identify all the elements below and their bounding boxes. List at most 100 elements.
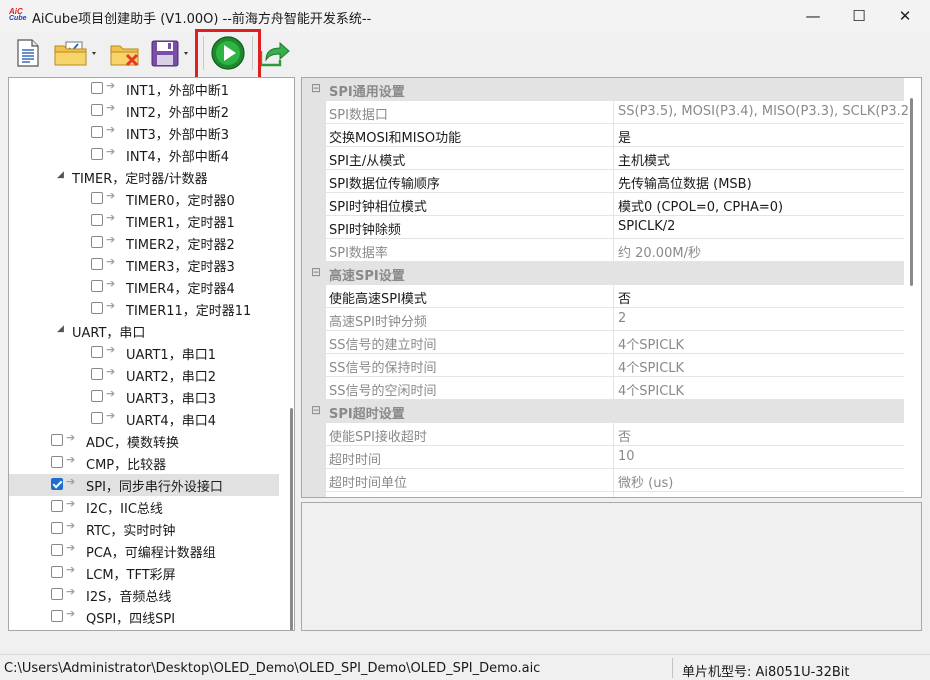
property-value[interactable]: 主机模式 bbox=[618, 150, 670, 169]
tree-item-checkbox[interactable] bbox=[51, 566, 63, 578]
export-button[interactable] bbox=[256, 35, 292, 71]
arrow-right-icon: ➔ bbox=[106, 387, 116, 400]
arrow-right-icon: ➔ bbox=[106, 299, 116, 312]
tree-item[interactable]: ➔ QSPI，四线SPI bbox=[9, 606, 279, 628]
tree-item-checkbox[interactable] bbox=[51, 434, 63, 446]
property-row[interactable]: SPI主/从模式 主机模式 bbox=[302, 147, 904, 170]
arrow-right-icon: ➔ bbox=[106, 365, 116, 378]
maximize-button[interactable]: ☐ bbox=[836, 0, 882, 32]
tree-item[interactable]: ➔ TIMER4，定时器4 bbox=[9, 276, 279, 298]
property-row[interactable]: 超时时间单位 微秒 (us) bbox=[302, 469, 904, 492]
tree-item[interactable]: ➔ TIMER1，定时器1 bbox=[9, 210, 279, 232]
tree-vertical-scrollbar[interactable] bbox=[290, 408, 293, 630]
tree-item-checkbox[interactable] bbox=[91, 192, 103, 204]
tree-item-checkbox[interactable] bbox=[91, 258, 103, 270]
property-row[interactable]: SPI数据口 SS(P3.5), MOSI(P3.4), MISO(P3.3), … bbox=[302, 101, 914, 124]
save-project-button[interactable] bbox=[147, 35, 195, 71]
arrow-right-icon: ➔ bbox=[106, 79, 116, 92]
tree-item[interactable]: ➔ I2C，IIC总线 bbox=[9, 496, 279, 518]
property-row[interactable]: SPI数据率 约 20.00M/秒 bbox=[302, 239, 904, 262]
property-category[interactable]: ⊟ SPI超时设置 bbox=[302, 400, 904, 423]
property-category[interactable]: ⊟ SPI通用设置 bbox=[302, 78, 904, 101]
tree-item[interactable]: ➔ TIMER2，定时器2 bbox=[9, 232, 279, 254]
property-grid-scrollbar[interactable] bbox=[910, 98, 913, 286]
tree-item-checkbox[interactable] bbox=[91, 236, 103, 248]
tree-item[interactable]: ➔ TIMER0，定时器0 bbox=[9, 188, 279, 210]
tree-item-checkbox[interactable] bbox=[51, 478, 63, 490]
tree-item-checkbox[interactable] bbox=[91, 126, 103, 138]
property-value[interactable]: SPICLK/2 bbox=[618, 219, 675, 234]
tree-item[interactable]: ➔ CMP，比较器 bbox=[9, 452, 279, 474]
tree-item[interactable]: ➔ RTC，实时时钟 bbox=[9, 518, 279, 540]
property-row[interactable]: SS信号的建立时间 4个SPICLK bbox=[302, 331, 904, 354]
tree-item-checkbox[interactable] bbox=[91, 302, 103, 314]
tree-item[interactable]: ➔ UART2，串口2 bbox=[9, 364, 279, 386]
tree-item-checkbox[interactable] bbox=[51, 610, 63, 622]
tree-item[interactable]: ➔ INT4，外部中断4 bbox=[9, 144, 279, 166]
tree-item[interactable]: ➔ INT3，外部中断3 bbox=[9, 122, 279, 144]
property-row[interactable]: 超时时间 10 bbox=[302, 446, 904, 469]
property-value[interactable]: 否 bbox=[618, 288, 631, 307]
property-column-divider bbox=[613, 469, 614, 492]
tree-item-checkbox[interactable] bbox=[91, 214, 103, 226]
property-row[interactable]: 使能SPI接收超时 否 bbox=[302, 423, 904, 446]
property-name: SPI数据口 bbox=[329, 108, 388, 123]
property-row[interactable]: SPI时钟除频 SPICLK/2 bbox=[302, 216, 904, 239]
close-button[interactable]: ✕ bbox=[882, 0, 928, 32]
tree-item[interactable]: ➔ I2S，音频总线 bbox=[9, 584, 279, 606]
collapse-icon[interactable]: ⊟ bbox=[311, 81, 321, 95]
property-value[interactable]: 是 bbox=[618, 127, 631, 146]
tree-item[interactable]: ➔ TIMER11，定时器11 bbox=[9, 298, 279, 320]
tree-item[interactable]: ➔ SPI，同步串行外设接口 bbox=[9, 474, 279, 496]
collapse-icon[interactable]: ⊟ bbox=[311, 403, 321, 417]
property-row[interactable]: SPI时钟相位模式 模式0 (CPOL=0, CPHA=0) bbox=[302, 193, 904, 216]
tree-item[interactable]: ➔ LCM，TFT彩屏 bbox=[9, 562, 279, 584]
tree-item-checkbox[interactable] bbox=[91, 390, 103, 402]
property-row[interactable]: SS信号的保持时间 4个SPICLK bbox=[302, 354, 904, 377]
property-row[interactable]: SS信号的空闲时间 4个SPICLK bbox=[302, 377, 904, 400]
new-project-button[interactable] bbox=[10, 35, 46, 71]
tree-item[interactable]: ➔ ADC，模数转换 bbox=[9, 430, 279, 452]
property-value[interactable]: 模式0 (CPOL=0, CPHA=0) bbox=[618, 196, 783, 215]
tree-item-checkbox[interactable] bbox=[91, 280, 103, 292]
tree-item[interactable]: ➔ PCA，可编程计数器组 bbox=[9, 540, 279, 562]
expand-caret-icon[interactable]: ◢ bbox=[57, 324, 64, 334]
tree-item-checkbox[interactable] bbox=[51, 588, 63, 600]
tree-item[interactable]: ➔ TIMER3，定时器3 bbox=[9, 254, 279, 276]
tree-item-checkbox[interactable] bbox=[91, 104, 103, 116]
arrow-right-icon: ➔ bbox=[66, 475, 76, 488]
tree-item[interactable]: ➔ UART4，串口4 bbox=[9, 408, 279, 430]
property-row[interactable]: 使能超时中断 否 bbox=[302, 492, 904, 497]
tree-item-checkbox[interactable] bbox=[91, 412, 103, 424]
property-category[interactable]: ⊟ 高速SPI设置 bbox=[302, 262, 904, 285]
tree-item-checkbox[interactable] bbox=[51, 500, 63, 512]
minimize-button[interactable]: — bbox=[790, 0, 836, 32]
close-project-button[interactable] bbox=[106, 35, 144, 71]
tree-item-checkbox[interactable] bbox=[51, 522, 63, 534]
tree-item-checkbox[interactable] bbox=[51, 544, 63, 556]
save-disk-icon bbox=[151, 40, 188, 67]
tree-item[interactable]: ➔ INT1，外部中断1 bbox=[9, 78, 279, 100]
property-row[interactable]: 高速SPI时钟分频 2 bbox=[302, 308, 904, 331]
tree-item-checkbox[interactable] bbox=[91, 346, 103, 358]
property-value[interactable]: 先传输高位数据 (MSB) bbox=[618, 173, 752, 192]
tree-group[interactable]: ◢ UART，串口 bbox=[9, 320, 279, 342]
property-row[interactable]: SPI数据位传输顺序 先传输高位数据 (MSB) bbox=[302, 170, 904, 193]
tree-item-checkbox[interactable] bbox=[91, 368, 103, 380]
arrow-right-icon: ➔ bbox=[66, 431, 76, 444]
peripheral-tree[interactable]: ➔ INT1，外部中断1 ➔ INT2，外部中断2 ➔ INT3，外部中断3 ➔ INT4，外… bbox=[8, 77, 295, 631]
property-row[interactable]: 使能高速SPI模式 否 bbox=[302, 285, 904, 308]
tree-item[interactable]: ➔ INT2，外部中断2 bbox=[9, 100, 279, 122]
collapse-icon[interactable]: ⊟ bbox=[311, 265, 321, 279]
open-project-button[interactable] bbox=[50, 35, 102, 71]
property-column-divider bbox=[613, 308, 614, 331]
tree-item-checkbox[interactable] bbox=[91, 148, 103, 160]
property-row[interactable]: 交换MOSI和MISO功能 是 bbox=[302, 124, 904, 147]
tree-item-checkbox[interactable] bbox=[91, 82, 103, 94]
tree-group[interactable]: ◢ TIMER，定时器/计数器 bbox=[9, 166, 279, 188]
tree-item[interactable]: ➔ UART1，串口1 bbox=[9, 342, 279, 364]
tree-item[interactable]: ➔ UART3，串口3 bbox=[9, 386, 279, 408]
expand-caret-icon[interactable]: ◢ bbox=[57, 170, 64, 180]
property-grid[interactable]: ⊟ SPI通用设置 SPI数据口 SS(P3.5), MOSI(P3.4), MISO… bbox=[301, 77, 922, 498]
tree-item-checkbox[interactable] bbox=[51, 456, 63, 468]
